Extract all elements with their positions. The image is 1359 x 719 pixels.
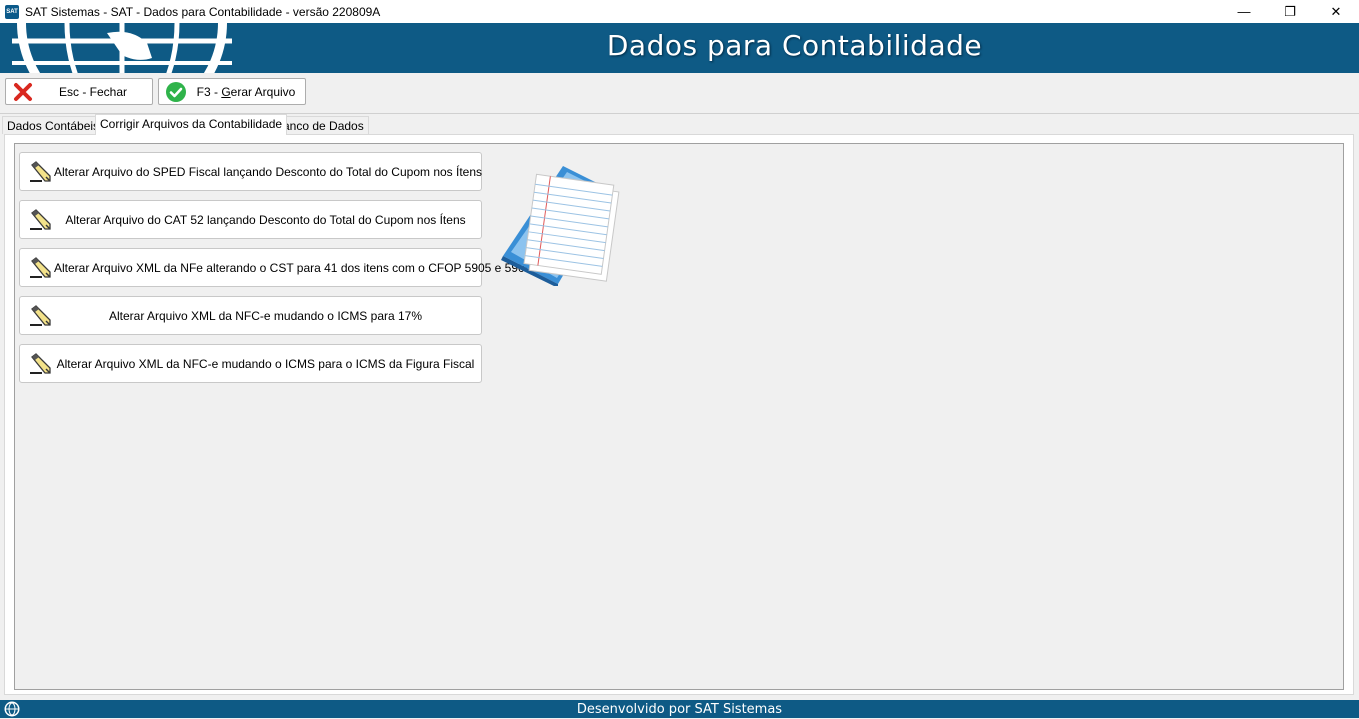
pen-icon xyxy=(30,208,51,230)
action-nfce-icms17-button[interactable]: Alterar Arquivo XML da NFC-e mudando o I… xyxy=(19,296,482,335)
restore-button[interactable]: ❐ xyxy=(1267,0,1313,23)
close-window-button[interactable]: ✕ xyxy=(1313,0,1359,23)
status-text: Desenvolvido por SAT Sistemas xyxy=(576,702,783,717)
action-label: Alterar Arquivo XML da NFC-e mudando o I… xyxy=(108,308,423,323)
tab-corrigir-arquivos[interactable]: Corrigir Arquivos da Contabilidade xyxy=(95,114,288,135)
actions-group: Alterar Arquivo do SPED Fiscal lançando … xyxy=(14,143,1344,690)
action-nfce-figura-fiscal-button[interactable]: Alterar Arquivo XML da NFC-e mudando o I… xyxy=(19,344,482,383)
action-label: Alterar Arquivo do CAT 52 lançando Desco… xyxy=(65,212,466,227)
tab-strip: Dados Contábeis Corrigir Arquivos da Con… xyxy=(0,114,1359,135)
globe-icon xyxy=(4,701,20,717)
app-icon: SAT xyxy=(5,4,19,19)
action-sped-fiscal-button[interactable]: Alterar Arquivo do SPED Fiscal lançando … xyxy=(19,152,482,191)
window-controls: — ❐ ✕ xyxy=(1221,0,1359,23)
pen-icon xyxy=(30,160,51,182)
window-title: SAT Sistemas - SAT - Dados para Contabil… xyxy=(25,4,381,19)
close-x-icon xyxy=(12,81,34,103)
notebook-icon xyxy=(501,166,620,286)
action-nfe-cst-button[interactable]: Alterar Arquivo XML da NFe alterando o C… xyxy=(19,248,531,287)
generate-file-button[interactable]: F3 - Gerar Arquivo xyxy=(158,78,306,105)
action-label: Alterar Arquivo XML da NFC-e mudando o I… xyxy=(56,356,475,371)
tab-dados-contabeis[interactable]: Dados Contábeis xyxy=(2,116,105,134)
close-button-label: Esc - Fechar xyxy=(58,84,127,99)
pen-icon xyxy=(30,352,51,374)
pen-icon xyxy=(30,304,51,326)
pen-icon xyxy=(30,256,51,278)
action-label: Alterar Arquivo do SPED Fiscal lançando … xyxy=(54,164,483,179)
tab-content-panel: Alterar Arquivo do SPED Fiscal lançando … xyxy=(4,134,1354,695)
minimize-button[interactable]: — xyxy=(1221,0,1267,23)
window-titlebar: SAT SAT Sistemas - SAT - Dados para Cont… xyxy=(0,0,1359,23)
generate-file-button-label: F3 - Gerar Arquivo xyxy=(196,84,296,99)
status-bar: Desenvolvido por SAT Sistemas xyxy=(0,700,1359,718)
action-cat52-button[interactable]: Alterar Arquivo do CAT 52 lançando Desco… xyxy=(19,200,482,239)
close-button[interactable]: Esc - Fechar xyxy=(5,78,153,105)
toolbar: Esc - Fechar F3 - Gerar Arquivo xyxy=(0,73,1359,114)
action-label: Alterar Arquivo XML da NFe alterando o C… xyxy=(54,260,532,275)
header-banner: Dados para Contabilidade xyxy=(0,23,1359,73)
checkmark-icon xyxy=(165,81,187,103)
page-title: Dados para Contabilidade xyxy=(606,29,983,62)
